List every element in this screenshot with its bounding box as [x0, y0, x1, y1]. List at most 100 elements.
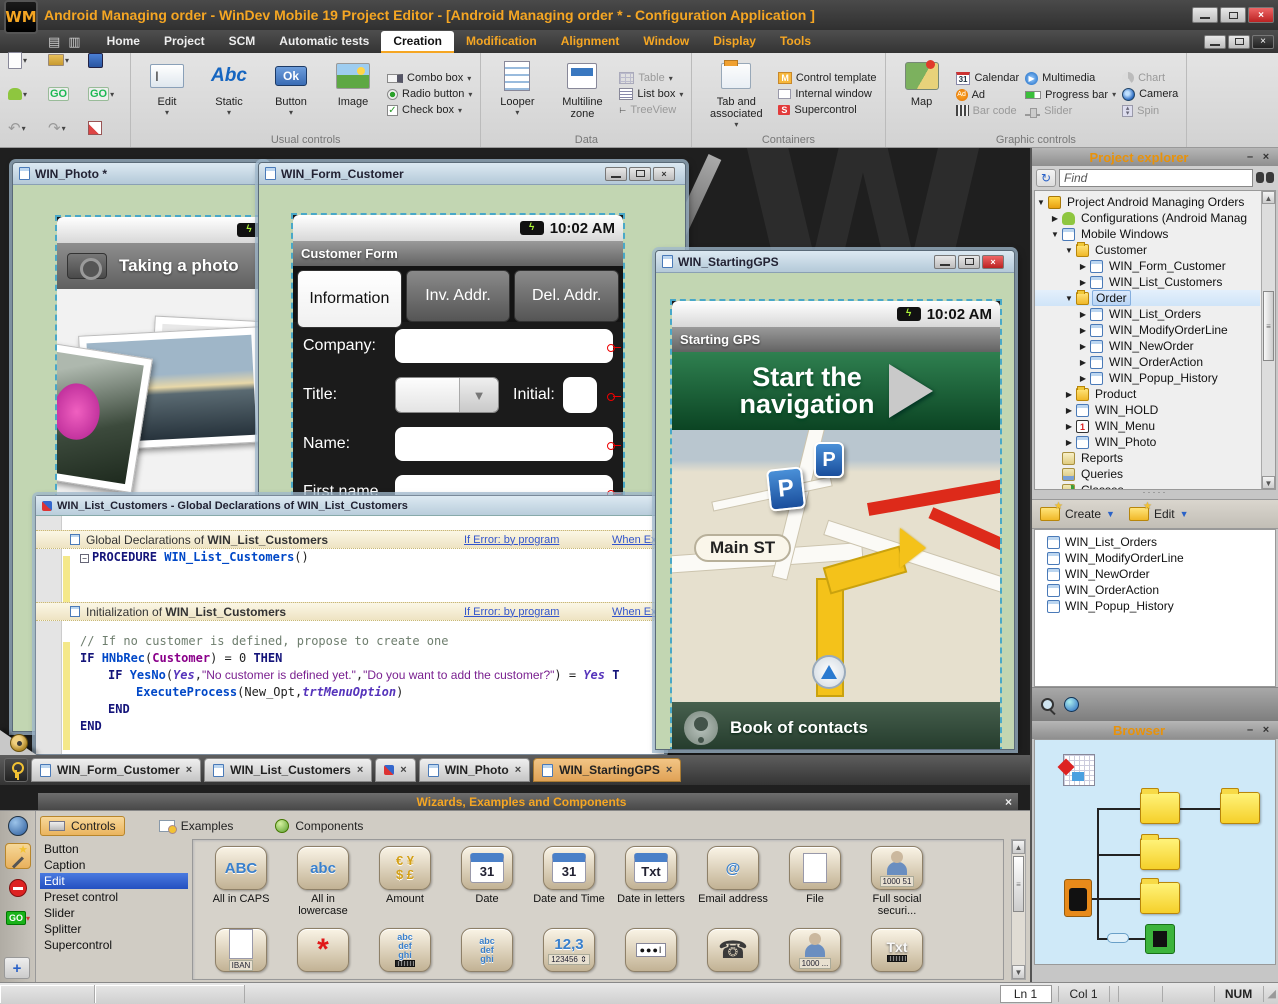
expand-icon[interactable]: ▼	[1051, 230, 1059, 239]
panel-close-icon[interactable]: ×	[1258, 724, 1274, 736]
wizard-item-amount[interactable]: € ¥ $ £Amount	[367, 846, 443, 905]
supercontrol-button[interactable]: SSupercontrol	[778, 104, 876, 116]
menu-tab-window[interactable]: Window	[631, 31, 701, 53]
wizard-item-date-in-letters[interactable]: TxtDate in letters	[613, 846, 689, 905]
section-global-declarations[interactable]: Global Declarations of WIN_List_Customer…	[36, 530, 664, 549]
category-button[interactable]: Button	[40, 841, 188, 857]
tree-item[interactable]: ▶WIN_Form_Customer	[1035, 258, 1260, 274]
tree-item[interactable]: ▶Configurations (Android Manag	[1035, 210, 1260, 226]
folder-node-icon[interactable]	[1220, 792, 1260, 824]
scroll-thumb[interactable]: ≡	[1013, 856, 1024, 912]
win-photo-title-bar[interactable]: WIN_Photo *	[13, 163, 267, 185]
code-lines[interactable]: // If no customer is defined, propose to…	[36, 633, 664, 735]
link-node-icon[interactable]	[1107, 933, 1129, 943]
tree-scrollbar[interactable]: ▲ ≡ ▼	[1261, 191, 1275, 489]
tree-item[interactable]: ▶WIN_Popup_History	[1035, 370, 1260, 386]
tree-item[interactable]: ▶Product	[1035, 386, 1260, 402]
menu-tab-alignment[interactable]: Alignment	[549, 31, 632, 53]
tab-del-addr[interactable]: Del. Addr.	[514, 270, 619, 322]
tree-item[interactable]: ▶WIN_HOLD	[1035, 402, 1260, 418]
code-line[interactable]: END	[36, 701, 664, 718]
magnifier-icon[interactable]	[1040, 697, 1056, 713]
mdi-close-button[interactable]: ×	[653, 167, 675, 181]
start-navigation-button[interactable]: Start thenavigation	[672, 352, 1000, 430]
close-button[interactable]: ×	[1248, 7, 1274, 23]
wizard-item-date-and-time[interactable]: 31Date and Time	[531, 846, 607, 905]
tree-item[interactable]: ▼Project Android Managing Orders	[1035, 194, 1260, 210]
scroll-up-icon[interactable]: ▲	[1262, 191, 1275, 204]
wizards-tab-controls[interactable]: Controls	[40, 816, 125, 836]
close-tab-icon[interactable]: ×	[515, 764, 521, 776]
tree-item[interactable]: ▶WIN_Photo	[1035, 434, 1260, 450]
wizards-tab-components[interactable]: Components	[267, 817, 371, 835]
redo-button[interactable]: ↷▾	[48, 114, 82, 142]
expand-icon[interactable]: ▶	[1065, 422, 1073, 431]
tree-item[interactable]: ▶1WIN_Menu	[1035, 418, 1260, 434]
child-minimize-button[interactable]	[1204, 35, 1226, 49]
mdi-minimize-button[interactable]	[605, 167, 627, 181]
if-error-link[interactable]: If Error: by program	[464, 534, 559, 546]
tab-control-button[interactable]: Tab and associated▾	[700, 56, 772, 132]
expand-icon[interactable]: ▶	[1079, 262, 1087, 271]
undo-button[interactable]: ↶▾	[8, 114, 42, 142]
wizards-close-icon[interactable]: ×	[1005, 795, 1012, 809]
edit-control-button[interactable]: I Edit▾	[139, 56, 195, 132]
no-entry-icon[interactable]	[5, 875, 31, 901]
new-button[interactable]: ▾	[8, 46, 42, 74]
go-test-button[interactable]: GO	[48, 80, 82, 108]
menu-tab-project[interactable]: Project	[152, 31, 217, 53]
panel-minimize-icon[interactable]: –	[1242, 724, 1258, 736]
tree-item[interactable]: Reports	[1035, 450, 1260, 466]
doc-tab-win_photo[interactable]: WIN_Photo×	[419, 758, 530, 782]
doc-tab-code[interactable]: ×	[375, 758, 415, 782]
image-control-button[interactable]: Image	[325, 56, 381, 132]
wizard-item-full-social-securi-[interactable]: 1000 51Full social securi...	[859, 846, 935, 917]
expand-icon[interactable]: ▼	[1037, 198, 1045, 207]
wizard-item[interactable]: Txt	[859, 928, 935, 972]
name-input[interactable]	[395, 427, 613, 461]
doc-tab-win_startinggps[interactable]: WIN_StartingGPS×	[533, 758, 681, 782]
wizard-item[interactable]: ☎	[695, 928, 771, 972]
scroll-up-icon[interactable]: ▲	[1012, 840, 1025, 854]
wizard-item[interactable]: IBAN	[203, 928, 279, 972]
mdi-restore-button[interactable]	[629, 167, 651, 181]
internal-window-button[interactable]: Internal window	[778, 88, 876, 100]
code-line[interactable]: ExecuteProcess(New_Opt,trtMenuOption)	[36, 684, 664, 701]
section-initialization[interactable]: Initialization of WIN_List_Customers If …	[36, 602, 664, 621]
category-preset-control[interactable]: Preset control	[40, 889, 188, 905]
menu-tab-creation[interactable]: Creation	[381, 31, 454, 53]
combo-box-button[interactable]: Combo box▾	[387, 72, 472, 84]
win-startinggps-window[interactable]: WIN_StartingGPS × ϟ 10:02 AM Starting GP…	[655, 250, 1015, 750]
map-button[interactable]: Map	[894, 56, 950, 132]
wizard-item-file[interactable]: File	[777, 846, 853, 905]
hierarchy-button[interactable]	[88, 114, 122, 142]
wizard-item[interactable]: abc def ghi	[449, 928, 525, 972]
code-line[interactable]: IF YesNo(Yes,"No customer is defined yet…	[36, 667, 664, 684]
wizard-item[interactable]: 12,3123456 ⇕	[531, 928, 607, 972]
go-project-button[interactable]: GO▾	[88, 80, 122, 108]
code-title-bar[interactable]: WIN_List_Customers - Global Declarations…	[36, 496, 664, 516]
initial-input[interactable]	[563, 377, 597, 413]
camera-button[interactable]: Camera	[1122, 88, 1178, 101]
expand-icon[interactable]: ▶	[1079, 374, 1087, 383]
mdi-close-button[interactable]: ×	[982, 255, 1004, 269]
open-button[interactable]: ▾	[48, 46, 82, 74]
expand-icon[interactable]: ▶	[1065, 406, 1073, 415]
wizard-item[interactable]: 1000 ...	[777, 928, 853, 972]
gps-phone-mockup[interactable]: ϟ 10:02 AM Starting GPS Start thenavigat…	[672, 301, 1000, 749]
maximize-button[interactable]	[1220, 7, 1246, 23]
wizard-item[interactable]: *	[285, 928, 361, 972]
child-restore-button[interactable]	[1228, 35, 1250, 49]
multimedia-button[interactable]: ▶Multimedia	[1025, 72, 1116, 85]
win-gps-title-bar[interactable]: WIN_StartingGPS ×	[656, 251, 1014, 273]
ad-button[interactable]: AdAd	[956, 89, 1020, 101]
close-tab-icon[interactable]: ×	[400, 764, 406, 776]
menu-tab-automatic-tests[interactable]: Automatic tests	[267, 31, 381, 53]
code-line[interactable]: END	[36, 718, 664, 735]
resize-grip-icon[interactable]: ◢	[1268, 987, 1276, 1000]
win-form-title-bar[interactable]: WIN_Form_Customer ×	[259, 163, 685, 185]
wizard-badge-icon[interactable]	[5, 813, 31, 839]
book-of-contacts-button[interactable]: Book of contacts	[672, 702, 1000, 749]
tab-inv-addr[interactable]: Inv. Addr.	[406, 270, 511, 322]
folder-node-icon[interactable]	[1140, 882, 1180, 914]
